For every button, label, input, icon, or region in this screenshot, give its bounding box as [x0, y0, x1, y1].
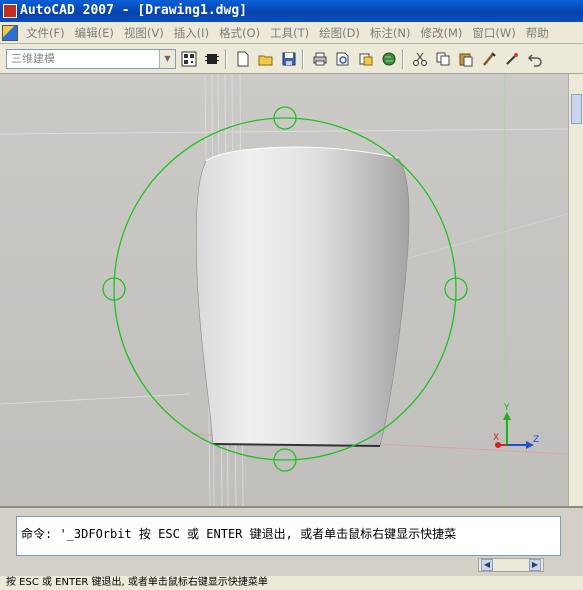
menu-insert[interactable]: 插入(I): [174, 25, 209, 41]
cut-icon[interactable]: [410, 49, 430, 69]
menu-view[interactable]: 视图(V): [124, 25, 164, 41]
print-icon[interactable]: [310, 49, 330, 69]
menu-dimension[interactable]: 标注(N): [370, 25, 411, 41]
menu-draw[interactable]: 绘图(D): [319, 25, 360, 41]
menu-format[interactable]: 格式(O): [219, 25, 260, 41]
ucs-x-label: X: [493, 433, 499, 443]
qr-icon[interactable]: [179, 49, 199, 69]
menu-window[interactable]: 窗口(W): [472, 25, 515, 41]
menu-modify[interactable]: 修改(M): [421, 25, 463, 41]
new-icon[interactable]: [233, 49, 253, 69]
menu-file[interactable]: 文件(F): [26, 25, 65, 41]
toolbar-separator: [402, 48, 404, 69]
open-icon[interactable]: [256, 49, 276, 69]
toolbar-separator: [225, 48, 227, 69]
paste-icon[interactable]: [456, 49, 476, 69]
toolbar-separator: [302, 48, 304, 69]
chip-icon[interactable]: [202, 49, 222, 69]
scrollbar-thumb[interactable]: [571, 94, 582, 124]
window-title: AutoCAD 2007 - [Drawing1.dwg]: [20, 3, 247, 18]
workspace-value: 三维建模: [11, 51, 55, 65]
scroll-right-icon[interactable]: ▶: [529, 559, 541, 571]
menu-bar: 文件(F) 编辑(E) 视图(V) 插入(I) 格式(O) 工具(T) 绘图(D…: [0, 22, 583, 44]
match-icon[interactable]: [502, 49, 522, 69]
3d-solid-body[interactable]: [196, 146, 410, 447]
viewport-canvas[interactable]: Y Z X: [0, 74, 568, 506]
globe-icon[interactable]: [379, 49, 399, 69]
publish-icon[interactable]: [356, 49, 376, 69]
scroll-left-icon[interactable]: ◀: [481, 559, 493, 571]
command-history[interactable]: 命令: '_3DFOrbit 按 ESC 或 ENTER 键退出, 或者单击鼠标…: [16, 516, 561, 556]
save-icon[interactable]: [279, 49, 299, 69]
menu-tools[interactable]: 工具(T): [270, 25, 309, 41]
status-bar: 按 ESC 或 ENTER 键退出, 或者单击鼠标右键显示快捷菜单: [0, 576, 583, 590]
vertical-scrollbar[interactable]: [568, 74, 583, 506]
ucs-z-label: Z: [533, 435, 539, 445]
preview-icon[interactable]: [333, 49, 353, 69]
drawing-viewport[interactable]: Y Z X: [0, 74, 568, 506]
autocad-app-icon[interactable]: [3, 4, 17, 18]
status-text: 按 ESC 或 ENTER 键退出, 或者单击鼠标右键显示快捷菜单: [6, 577, 268, 588]
ucs-y-label: Y: [503, 403, 510, 413]
command-horizontal-scrollbar[interactable]: ◀ ▶: [478, 558, 544, 572]
document-icon[interactable]: [2, 24, 18, 41]
copy-icon[interactable]: [433, 49, 453, 69]
menu-help[interactable]: 帮助: [526, 25, 549, 41]
chevron-down-icon[interactable]: ▼: [159, 49, 175, 68]
brush-icon[interactable]: [479, 49, 499, 69]
undo-icon[interactable]: [525, 49, 545, 69]
workspace-dropdown[interactable]: 三维建模 ▼: [6, 48, 176, 69]
menu-edit[interactable]: 编辑(E): [75, 25, 114, 41]
command-window: 命令: '_3DFOrbit 按 ESC 或 ENTER 键退出, 或者单击鼠标…: [0, 506, 583, 576]
standard-toolbar: 三维建模 ▼: [0, 44, 583, 74]
command-line-text: 命令: '_3DFOrbit 按 ESC 或 ENTER 键退出, 或者单击鼠标…: [21, 527, 457, 541]
title-bar: AutoCAD 2007 - [Drawing1.dwg]: [0, 0, 583, 22]
